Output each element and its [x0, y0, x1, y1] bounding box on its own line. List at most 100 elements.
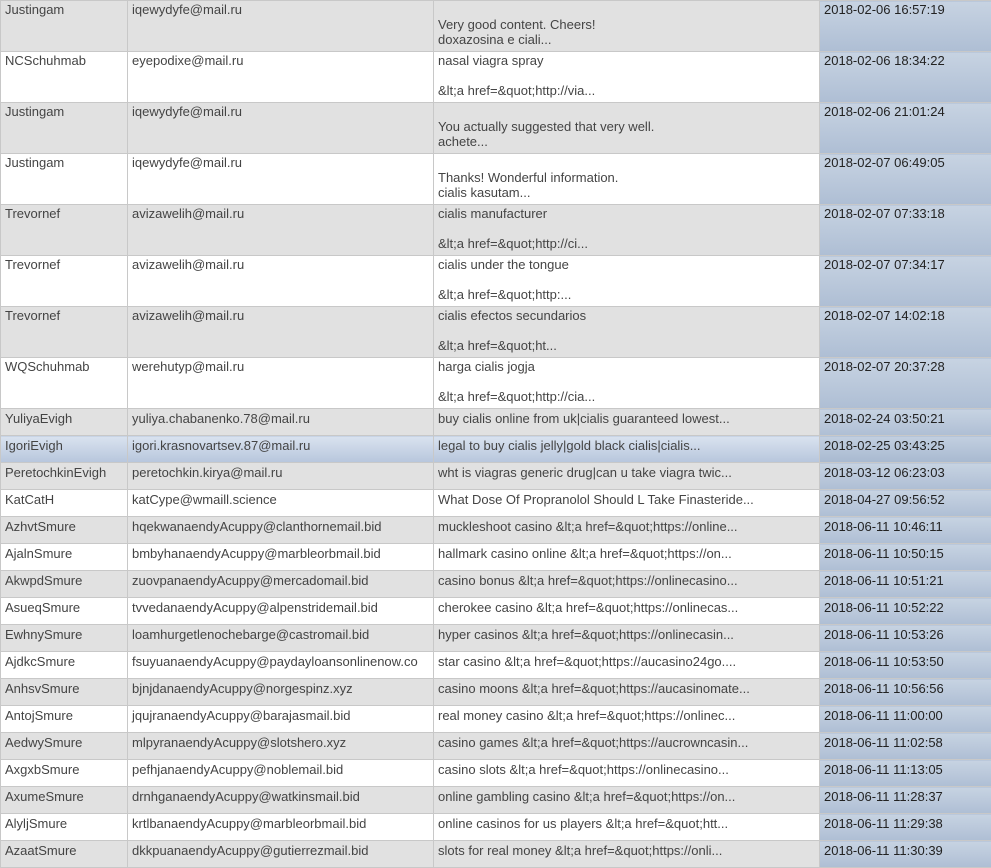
table-row[interactable]: Trevornefavizawelih@mail.rucialis under …: [1, 256, 991, 307]
table-row[interactable]: AkwpdSmurezuovpanaendyAcuppy@mercadomail…: [1, 571, 991, 598]
table-row[interactable]: Justingamiqewydyfe@mail.ruYou actually s…: [1, 103, 991, 154]
message-cell[interactable]: muckleshoot casino &lt;a href=&quot;http…: [434, 517, 820, 544]
date-cell[interactable]: 2018-06-11 11:28:37: [820, 787, 991, 814]
table-row[interactable]: AzhvtSmurehqekwanaendyAcuppy@clanthornem…: [1, 517, 991, 544]
message-cell[interactable]: online casinos for us players &lt;a href…: [434, 814, 820, 841]
date-cell[interactable]: 2018-06-11 10:53:26: [820, 625, 991, 652]
author-name-cell[interactable]: AedwySmure: [1, 733, 128, 760]
author-email-cell[interactable]: pefhjanaendyAcuppy@noblemail.bid: [128, 760, 434, 787]
author-name-cell[interactable]: AnhsvSmure: [1, 679, 128, 706]
author-name-cell[interactable]: AzhvtSmure: [1, 517, 128, 544]
author-email-cell[interactable]: iqewydyfe@mail.ru: [128, 103, 434, 154]
table-row[interactable]: Trevornefavizawelih@mail.rucialis manufa…: [1, 205, 991, 256]
author-name-cell[interactable]: AjdkcSmure: [1, 652, 128, 679]
author-name-cell[interactable]: AxumeSmure: [1, 787, 128, 814]
message-cell[interactable]: nasal viagra spray&lt;a href=&quot;http:…: [434, 52, 820, 103]
author-name-cell[interactable]: IgoriEvigh: [1, 436, 128, 463]
author-name-cell[interactable]: WQSchuhmab: [1, 358, 128, 409]
date-cell[interactable]: 2018-06-11 10:46:11: [820, 517, 991, 544]
author-name-cell[interactable]: YuliyaEvigh: [1, 409, 128, 436]
message-cell[interactable]: hallmark casino online &lt;a href=&quot;…: [434, 544, 820, 571]
author-name-cell[interactable]: Justingam: [1, 1, 128, 52]
author-email-cell[interactable]: avizawelih@mail.ru: [128, 205, 434, 256]
author-name-cell[interactable]: AlyljSmure: [1, 814, 128, 841]
author-name-cell[interactable]: AxgxbSmure: [1, 760, 128, 787]
table-row[interactable]: AjdkcSmurefsuyuanaendyAcuppy@paydayloans…: [1, 652, 991, 679]
date-cell[interactable]: 2018-06-11 10:50:15: [820, 544, 991, 571]
date-cell[interactable]: 2018-03-12 06:23:03: [820, 463, 991, 490]
table-row[interactable]: AedwySmuremlpyranaendyAcuppy@slotshero.x…: [1, 733, 991, 760]
date-cell[interactable]: 2018-02-06 18:34:22: [820, 52, 991, 103]
table-row[interactable]: AntojSmurejqujranaendyAcuppy@barajasmail…: [1, 706, 991, 733]
message-cell[interactable]: legal to buy cialis jelly|gold black cia…: [434, 436, 820, 463]
author-email-cell[interactable]: dkkpuanaendyAcuppy@gutierrezmail.bid: [128, 841, 434, 868]
table-row[interactable]: Trevornefavizawelih@mail.rucialis efecto…: [1, 307, 991, 358]
table-row[interactable]: NCSchuhmabeyepodixe@mail.runasal viagra …: [1, 52, 991, 103]
date-cell[interactable]: 2018-06-11 11:29:38: [820, 814, 991, 841]
table-row[interactable]: EwhnySmureloamhurgetlenochebarge@castrom…: [1, 625, 991, 652]
author-email-cell[interactable]: drnhganaendyAcuppy@watkinsmail.bid: [128, 787, 434, 814]
author-name-cell[interactable]: AkwpdSmure: [1, 571, 128, 598]
message-cell[interactable]: slots for real money &lt;a href=&quot;ht…: [434, 841, 820, 868]
author-name-cell[interactable]: PeretochkinEvigh: [1, 463, 128, 490]
author-email-cell[interactable]: werehutyp@mail.ru: [128, 358, 434, 409]
author-name-cell[interactable]: Trevornef: [1, 307, 128, 358]
date-cell[interactable]: 2018-02-25 03:43:25: [820, 436, 991, 463]
table-row[interactable]: YuliyaEvighyuliya.chabanenko.78@mail.rub…: [1, 409, 991, 436]
date-cell[interactable]: 2018-04-27 09:56:52: [820, 490, 991, 517]
date-cell[interactable]: 2018-02-07 20:37:28: [820, 358, 991, 409]
author-name-cell[interactable]: AntojSmure: [1, 706, 128, 733]
author-name-cell[interactable]: EwhnySmure: [1, 625, 128, 652]
table-row[interactable]: AnhsvSmurebjnjdanaendyAcuppy@norgespinz.…: [1, 679, 991, 706]
author-email-cell[interactable]: igori.krasnovartsev.87@mail.ru: [128, 436, 434, 463]
author-email-cell[interactable]: jqujranaendyAcuppy@barajasmail.bid: [128, 706, 434, 733]
author-name-cell[interactable]: AsueqSmure: [1, 598, 128, 625]
message-cell[interactable]: star casino &lt;a href=&quot;https://auc…: [434, 652, 820, 679]
table-row[interactable]: IgoriEvighigori.krasnovartsev.87@mail.ru…: [1, 436, 991, 463]
author-email-cell[interactable]: peretochkin.kirya@mail.ru: [128, 463, 434, 490]
message-cell[interactable]: wht is viagras generic drug|can u take v…: [434, 463, 820, 490]
author-email-cell[interactable]: bjnjdanaendyAcuppy@norgespinz.xyz: [128, 679, 434, 706]
table-row[interactable]: AxumeSmuredrnhganaendyAcuppy@watkinsmail…: [1, 787, 991, 814]
author-email-cell[interactable]: bmbyhanaendyAcuppy@marbleorbmail.bid: [128, 544, 434, 571]
date-cell[interactable]: 2018-06-11 10:53:50: [820, 652, 991, 679]
message-cell[interactable]: casino bonus &lt;a href=&quot;https://on…: [434, 571, 820, 598]
date-cell[interactable]: 2018-02-06 21:01:24: [820, 103, 991, 154]
author-name-cell[interactable]: Justingam: [1, 154, 128, 205]
table-row[interactable]: AsueqSmuretvvedanaendyAcuppy@alpenstride…: [1, 598, 991, 625]
date-cell[interactable]: 2018-06-11 11:02:58: [820, 733, 991, 760]
author-name-cell[interactable]: AjalnSmure: [1, 544, 128, 571]
table-row[interactable]: AxgxbSmurepefhjanaendyAcuppy@noblemail.b…: [1, 760, 991, 787]
date-cell[interactable]: 2018-06-11 10:52:22: [820, 598, 991, 625]
table-row[interactable]: PeretochkinEvighperetochkin.kirya@mail.r…: [1, 463, 991, 490]
author-email-cell[interactable]: mlpyranaendyAcuppy@slotshero.xyz: [128, 733, 434, 760]
author-name-cell[interactable]: NCSchuhmab: [1, 52, 128, 103]
table-row[interactable]: KatCatHkatCype@wmaill.scienceWhat Dose O…: [1, 490, 991, 517]
message-cell[interactable]: cialis efectos secundarios&lt;a href=&qu…: [434, 307, 820, 358]
author-email-cell[interactable]: fsuyuanaendyAcuppy@paydayloansonlinenow.…: [128, 652, 434, 679]
author-email-cell[interactable]: iqewydyfe@mail.ru: [128, 1, 434, 52]
author-email-cell[interactable]: loamhurgetlenochebarge@castromail.bid: [128, 625, 434, 652]
author-email-cell[interactable]: yuliya.chabanenko.78@mail.ru: [128, 409, 434, 436]
author-email-cell[interactable]: iqewydyfe@mail.ru: [128, 154, 434, 205]
date-cell[interactable]: 2018-02-07 07:33:18: [820, 205, 991, 256]
author-email-cell[interactable]: tvvedanaendyAcuppy@alpenstridemail.bid: [128, 598, 434, 625]
date-cell[interactable]: 2018-02-06 16:57:19: [820, 1, 991, 52]
author-email-cell[interactable]: katCype@wmaill.science: [128, 490, 434, 517]
table-row[interactable]: AlyljSmurekrtlbanaendyAcuppy@marbleorbma…: [1, 814, 991, 841]
date-cell[interactable]: 2018-02-07 14:02:18: [820, 307, 991, 358]
message-cell[interactable]: Very good content. Cheers!doxazosina e c…: [434, 1, 820, 52]
author-name-cell[interactable]: AzaatSmure: [1, 841, 128, 868]
message-cell[interactable]: cialis under the tongue&lt;a href=&quot;…: [434, 256, 820, 307]
date-cell[interactable]: 2018-06-11 11:00:00: [820, 706, 991, 733]
author-email-cell[interactable]: avizawelih@mail.ru: [128, 256, 434, 307]
date-cell[interactable]: 2018-06-11 11:13:05: [820, 760, 991, 787]
author-email-cell[interactable]: avizawelih@mail.ru: [128, 307, 434, 358]
author-name-cell[interactable]: Justingam: [1, 103, 128, 154]
message-cell[interactable]: casino slots &lt;a href=&quot;https://on…: [434, 760, 820, 787]
message-cell[interactable]: cherokee casino &lt;a href=&quot;https:/…: [434, 598, 820, 625]
message-cell[interactable]: hyper casinos &lt;a href=&quot;https://o…: [434, 625, 820, 652]
table-row[interactable]: AzaatSmuredkkpuanaendyAcuppy@gutierrezma…: [1, 841, 991, 868]
message-cell[interactable]: online gambling casino &lt;a href=&quot;…: [434, 787, 820, 814]
message-cell[interactable]: What Dose Of Propranolol Should L Take F…: [434, 490, 820, 517]
